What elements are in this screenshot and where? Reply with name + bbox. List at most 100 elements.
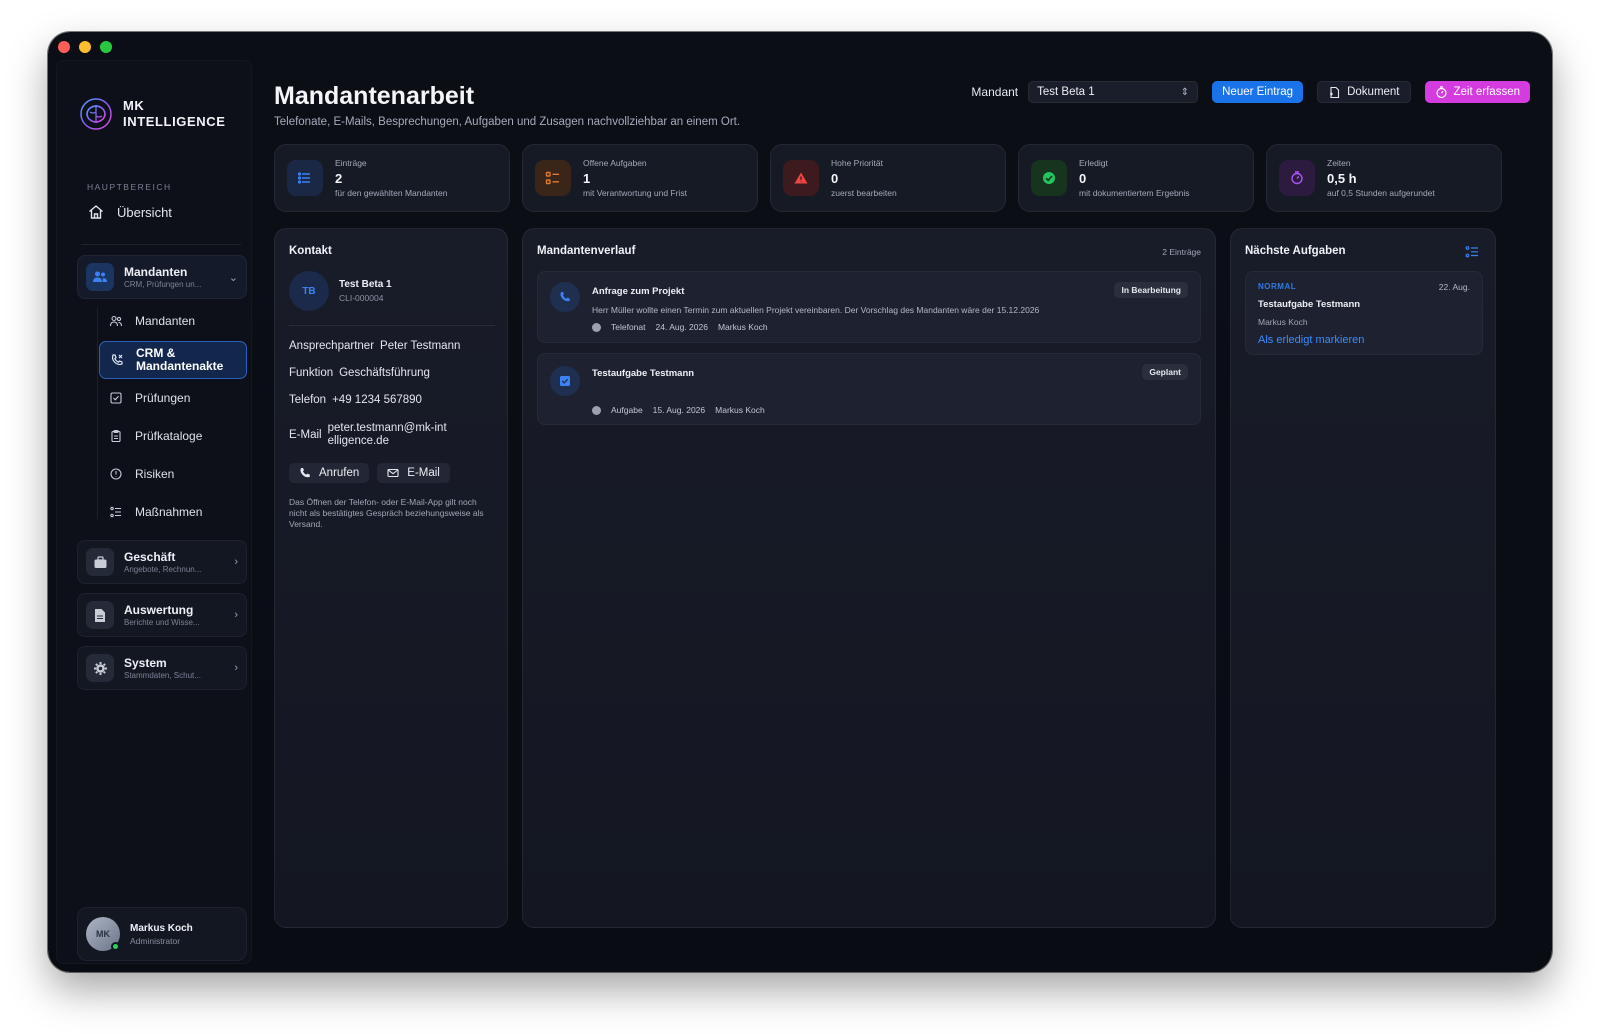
task-title: Testaufgabe Testmann bbox=[1258, 299, 1361, 310]
group-title: Geschäft bbox=[124, 549, 176, 564]
app-window: MK INTELLIGENCE HAUPTBEREICH Übersicht M… bbox=[48, 32, 1552, 972]
sidebar-item-pruefkataloge[interactable]: Prüfkataloge bbox=[99, 419, 247, 453]
panel-title: Nächste Aufgaben bbox=[1245, 245, 1346, 257]
field-value: Geschäftsführung bbox=[339, 367, 430, 379]
contact-field-email: E-Mail peter.testmann@mk-intelligence.de bbox=[289, 422, 448, 448]
client-avatar: TB bbox=[289, 271, 329, 311]
minimize-window-button[interactable] bbox=[79, 41, 91, 53]
brand[interactable]: MK INTELLIGENCE bbox=[79, 97, 226, 131]
stats-row: Einträge 2 für den gewählten Mandanten O… bbox=[274, 144, 1502, 212]
new-entry-button[interactable]: Neuer Eintrag bbox=[1212, 81, 1304, 103]
document-icon bbox=[86, 601, 114, 629]
button-label: Dokument bbox=[1347, 86, 1400, 98]
online-status-indicator bbox=[111, 942, 120, 951]
panel-title: Kontakt bbox=[289, 245, 332, 257]
entry-person: Markus Koch bbox=[717, 322, 768, 332]
page-subtitle: Telefonate, E-Mails, Besprechungen, Aufg… bbox=[274, 116, 741, 128]
stat-value: 1 bbox=[583, 171, 591, 186]
contact-field-person: Ansprechpartner Peter Testmann bbox=[289, 340, 460, 353]
clipboard-icon bbox=[111, 429, 121, 443]
sidebar-item-mandanten[interactable]: Mandanten bbox=[99, 304, 247, 338]
phone-icon bbox=[111, 354, 123, 366]
field-label: Telefon bbox=[289, 394, 327, 406]
gear-icon bbox=[86, 654, 114, 682]
stat-label: Erledigt bbox=[1079, 158, 1108, 168]
users-icon bbox=[109, 315, 123, 327]
brand-name: MK INTELLIGENCE bbox=[123, 98, 226, 130]
status-badge: In Bearbeitung bbox=[1114, 282, 1188, 298]
user-role: Administrator bbox=[130, 935, 181, 946]
divider bbox=[289, 325, 495, 326]
sidebar-group-mandanten[interactable]: Mandanten CRM, Prüfungen un... ⌄ bbox=[77, 255, 247, 299]
contact-panel: Kontakt TB Test Beta 1 CLI-000004 Anspre… bbox=[274, 228, 508, 928]
sidebar-item-label: Übersicht bbox=[117, 204, 172, 220]
track-time-button[interactable]: Zeit erfassen bbox=[1424, 81, 1530, 103]
stat-desc: mit Verantwortung und Frist bbox=[583, 188, 687, 198]
stat-label: Einträge bbox=[335, 158, 367, 168]
warning-icon bbox=[783, 160, 819, 196]
sidebar-item-crm-mandantenakte[interactable]: CRM & Mandantenakte bbox=[99, 341, 247, 379]
toolbar: Mandant Test Beta 1 ⇕ Neuer Eintrag Doku… bbox=[971, 81, 1530, 103]
close-window-button[interactable] bbox=[58, 41, 70, 53]
sidebar-item-massnahmen[interactable]: Maßnahmen bbox=[99, 495, 247, 529]
client-id: CLI-000004 bbox=[339, 293, 384, 303]
field-label: Ansprechpartner bbox=[289, 340, 375, 352]
task-date: 22. Aug. bbox=[1438, 282, 1470, 292]
group-subtitle: Stammdaten, Schut... bbox=[124, 670, 201, 680]
timer-icon bbox=[1435, 85, 1447, 98]
checkbox-icon bbox=[550, 366, 580, 396]
sidebar-item-label: Prüfungen bbox=[135, 391, 191, 405]
updown-chevron-icon: ⇕ bbox=[1180, 86, 1190, 98]
priority-badge: NORMAL bbox=[1258, 282, 1297, 291]
field-value: +49 1234 567890 bbox=[332, 394, 422, 406]
stat-card-entries: Einträge 2 für den gewählten Mandanten bbox=[274, 144, 510, 212]
stat-label: Offene Aufgaben bbox=[583, 158, 647, 168]
sidebar-item-label: Risiken bbox=[135, 467, 175, 481]
sidebar-item-label: Prüfkataloge bbox=[135, 429, 203, 443]
document-upload-icon bbox=[1330, 86, 1340, 98]
list-icon[interactable] bbox=[1465, 245, 1479, 259]
entry-date: 24. Aug. 2026 bbox=[655, 322, 708, 332]
group-subtitle: CRM, Prüfungen un... bbox=[124, 279, 202, 289]
call-button[interactable]: Anrufen bbox=[289, 463, 370, 483]
home-icon bbox=[89, 205, 103, 219]
chevron-right-icon: › bbox=[234, 609, 238, 621]
stat-desc: auf 0,5 Stunden aufgerundet bbox=[1327, 188, 1435, 198]
sidebar-item-risiken[interactable]: Risiken bbox=[99, 457, 247, 491]
stat-value: 2 bbox=[335, 171, 343, 186]
window-controls bbox=[58, 41, 112, 53]
document-button[interactable]: Dokument bbox=[1317, 81, 1411, 103]
sidebar-item-pruefungen[interactable]: Prüfungen bbox=[99, 381, 247, 415]
group-subtitle: Angebote, Rechnun... bbox=[124, 564, 202, 574]
email-button[interactable]: E-Mail bbox=[377, 463, 450, 483]
stat-card-open-tasks: Offene Aufgaben 1 mit Verantwortung und … bbox=[522, 144, 758, 212]
mandant-select-value: Test Beta 1 bbox=[1037, 86, 1095, 98]
sidebar: MK INTELLIGENCE HAUPTBEREICH Übersicht M… bbox=[56, 60, 252, 964]
type-dot-icon bbox=[592, 405, 601, 415]
entry-text: Herr Müller wollte einen Termin zum aktu… bbox=[592, 305, 1040, 315]
field-label: E-Mail bbox=[289, 429, 322, 441]
entry-type: Aufgabe bbox=[611, 405, 643, 415]
user-card[interactable]: MK Markus Koch Administrator bbox=[77, 907, 247, 961]
zoom-window-button[interactable] bbox=[100, 41, 112, 53]
history-entry[interactable]: Anfrage zum Projekt Herr Müller wollte e… bbox=[537, 271, 1201, 343]
sidebar-item-label: Mandanten bbox=[135, 314, 196, 328]
timer-icon bbox=[1279, 160, 1315, 196]
history-entry[interactable]: Testaufgabe Testmann Aufgabe 15. Aug. 20… bbox=[537, 353, 1201, 425]
button-label: Zeit erfassen bbox=[1453, 86, 1520, 98]
check-badge-icon bbox=[1031, 160, 1067, 196]
briefcase-icon bbox=[86, 548, 114, 576]
stat-card-done: Erledigt 0 mit dokumentiertem Ergebnis bbox=[1018, 144, 1254, 212]
sidebar-item-overview[interactable]: Übersicht bbox=[87, 203, 172, 221]
mail-icon bbox=[387, 468, 399, 478]
sidebar-group-auswertung[interactable]: Auswertung Berichte und Wisse... › bbox=[77, 593, 247, 637]
sidebar-group-geschaeft[interactable]: Geschäft Angebote, Rechnun... › bbox=[77, 540, 247, 584]
chevron-right-icon: › bbox=[234, 662, 238, 674]
mark-done-link[interactable]: Als erledigt markieren bbox=[1258, 334, 1364, 346]
type-dot-icon bbox=[592, 322, 601, 332]
mandant-select[interactable]: Test Beta 1 ⇕ bbox=[1028, 81, 1199, 103]
entry-date: 15. Aug. 2026 bbox=[652, 405, 706, 415]
entry-meta: Telefonat 24. Aug. 2026 Markus Koch bbox=[592, 322, 768, 332]
field-value: peter.testmann@mk-intelligence.de bbox=[327, 422, 447, 447]
sidebar-group-system[interactable]: System Stammdaten, Schut... › bbox=[77, 646, 247, 690]
